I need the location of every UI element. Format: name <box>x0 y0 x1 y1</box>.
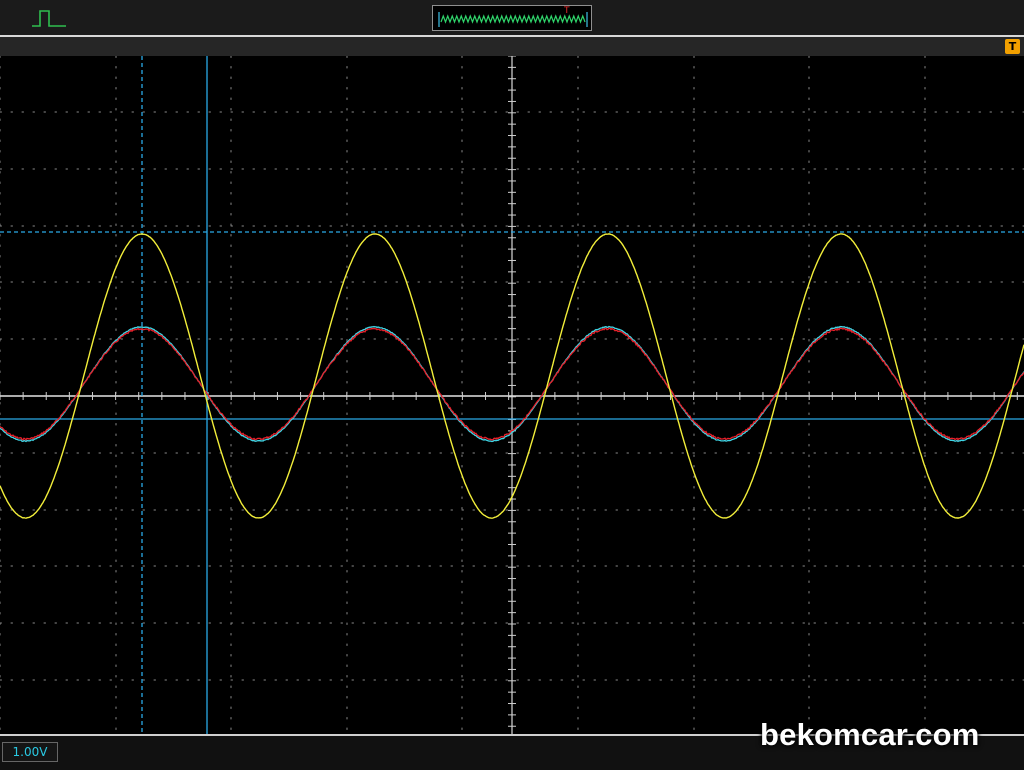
watermark-text: bekomcar.com <box>760 717 980 752</box>
top-toolbar: T <box>0 0 1024 37</box>
volts-per-division-label[interactable]: 1.00V <box>2 742 58 762</box>
trigger-preview-window[interactable]: T <box>432 5 592 31</box>
square-pulse-icon[interactable] <box>30 6 70 30</box>
trigger-level-strip <box>0 37 1024 56</box>
waveform-canvas <box>0 55 1024 735</box>
trigger-position-marker: T <box>564 6 570 16</box>
graticule-grid <box>0 55 1024 735</box>
trigger-level-marker[interactable]: T <box>1005 39 1020 54</box>
oscilloscope-display[interactable] <box>0 55 1024 735</box>
